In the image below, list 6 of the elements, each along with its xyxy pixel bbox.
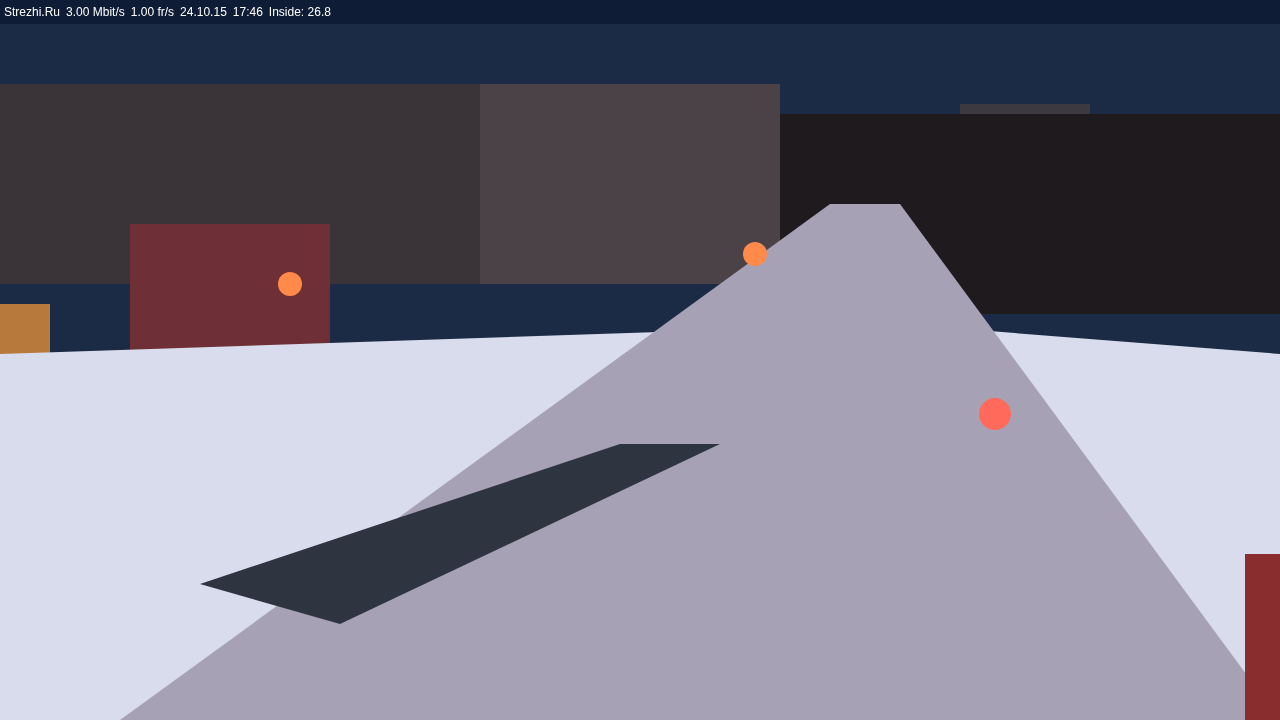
overlay-text: Inside: 26.8: [268, 4, 331, 21]
overlay-text: 17:46: [232, 4, 263, 21]
overlay-text: 1.00 fr/s: [130, 4, 175, 21]
overlay-text: Strezhi.Ru: [4, 4, 61, 21]
overlay-text: 3.00 Mbit/s: [66, 4, 125, 21]
overlay-text: 24.10.15: [180, 4, 227, 21]
